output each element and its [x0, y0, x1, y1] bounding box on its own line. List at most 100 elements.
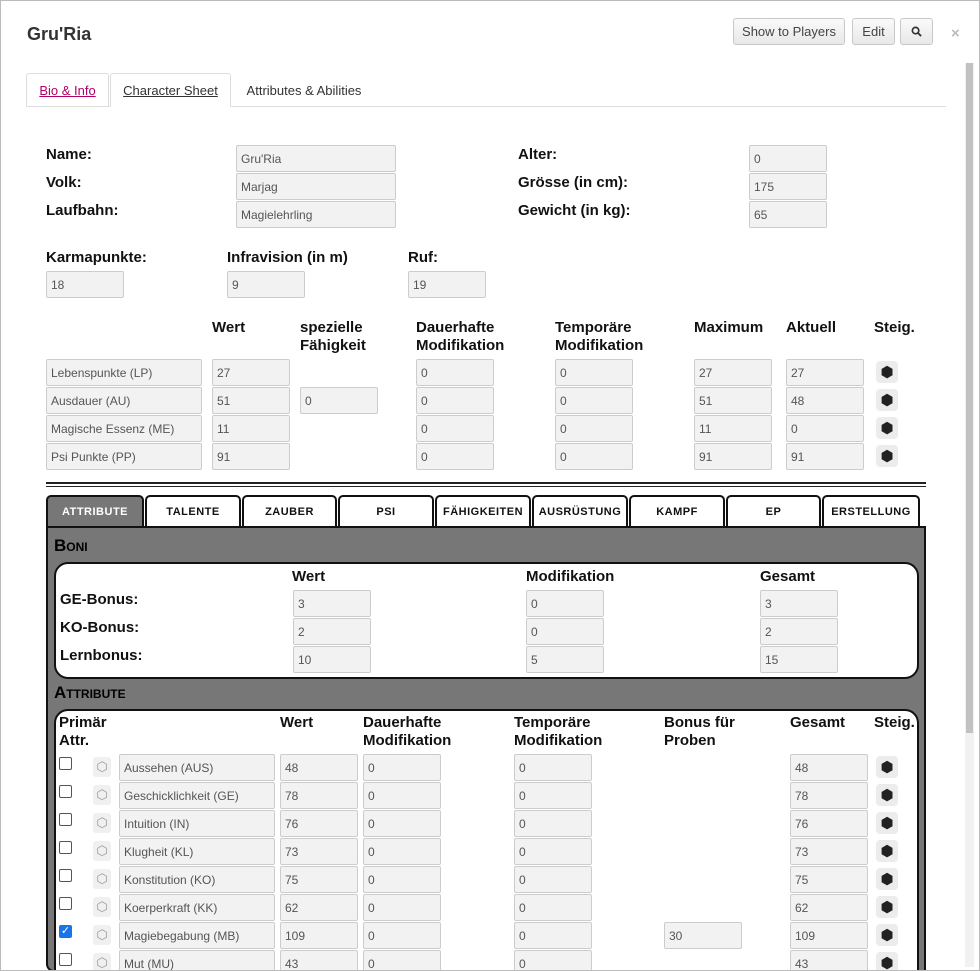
tab-character-sheet[interactable]: Character Sheet — [110, 73, 231, 107]
roll-dice-icon[interactable]: ⬡ — [93, 785, 111, 805]
subtab-erstellung[interactable]: ERSTELLUNG — [822, 495, 920, 527]
res-max[interactable]: 27 — [694, 359, 772, 386]
boni-gesamt[interactable]: 15 — [760, 646, 838, 673]
boni-mod[interactable]: 0 — [526, 618, 604, 645]
attr-temp[interactable]: 0 — [514, 866, 592, 893]
subtab-attribute[interactable]: ATTRIBUTE — [46, 495, 144, 527]
dice-icon[interactable]: ⬢ — [876, 896, 898, 918]
attr-temp[interactable]: 0 — [514, 810, 592, 837]
boni-gesamt[interactable]: 3 — [760, 590, 838, 617]
res-temp[interactable]: 0 — [555, 387, 633, 414]
res-dauer[interactable]: 0 — [416, 415, 494, 442]
res-spez[interactable]: 0 — [300, 387, 378, 414]
res-dauer[interactable]: 0 — [416, 359, 494, 386]
primary-attr-checkbox[interactable] — [59, 869, 72, 882]
dice-icon[interactable]: ⬢ — [876, 952, 898, 970]
subtab-psi[interactable]: PSI — [338, 495, 434, 527]
search-button[interactable] — [900, 18, 933, 45]
primary-attr-checkbox[interactable] — [59, 813, 72, 826]
tab-attributes-abilities[interactable]: Attributes & Abilities — [234, 73, 374, 107]
roll-dice-icon[interactable]: ⬡ — [93, 841, 111, 861]
roll-dice-icon[interactable]: ⬡ — [93, 869, 111, 889]
subtab-kampf[interactable]: KAMPF — [629, 495, 725, 527]
attr-wert[interactable]: 75 — [280, 866, 358, 893]
roll-dice-icon[interactable]: ⬡ — [93, 897, 111, 917]
karma-field[interactable]: 18 — [46, 271, 124, 298]
attr-temp[interactable]: 0 — [514, 894, 592, 921]
dice-icon[interactable]: ⬢ — [876, 840, 898, 862]
primary-attr-checkbox[interactable] — [59, 953, 72, 966]
name-field[interactable]: Gru'Ria — [236, 145, 396, 172]
attr-temp[interactable]: 0 — [514, 838, 592, 865]
gewicht-field[interactable]: 65 — [749, 201, 827, 228]
attr-temp[interactable]: 0 — [514, 782, 592, 809]
attr-dauer[interactable]: 0 — [363, 810, 441, 837]
attr-dauer[interactable]: 0 — [363, 922, 441, 949]
roll-dice-icon[interactable]: ⬡ — [93, 813, 111, 833]
dice-icon[interactable]: ⬢ — [876, 445, 898, 467]
primary-attr-checkbox[interactable] — [59, 897, 72, 910]
subtab-faehigkeiten[interactable]: FÄHIGKEITEN — [435, 495, 531, 527]
volk-field[interactable]: Marjag — [236, 173, 396, 200]
attr-gesamt[interactable]: 73 — [790, 838, 868, 865]
attr-gesamt[interactable]: 78 — [790, 782, 868, 809]
res-akt[interactable]: 91 — [786, 443, 864, 470]
res-wert[interactable]: 91 — [212, 443, 290, 470]
res-dauer[interactable]: 0 — [416, 443, 494, 470]
edit-button[interactable]: Edit — [852, 18, 895, 45]
attr-gesamt[interactable]: 62 — [790, 894, 868, 921]
res-max[interactable]: 91 — [694, 443, 772, 470]
primary-attr-checkbox[interactable] — [59, 757, 72, 770]
dice-icon[interactable]: ⬢ — [876, 924, 898, 946]
attr-dauer[interactable]: 0 — [363, 950, 441, 970]
dice-icon[interactable]: ⬢ — [876, 389, 898, 411]
res-akt[interactable]: 0 — [786, 415, 864, 442]
res-dauer[interactable]: 0 — [416, 387, 494, 414]
boni-mod[interactable]: 5 — [526, 646, 604, 673]
roll-dice-icon[interactable]: ⬡ — [93, 757, 111, 777]
subtab-zauber[interactable]: ZAUBER — [242, 495, 337, 527]
subtab-talente[interactable]: TALENTE — [145, 495, 241, 527]
res-temp[interactable]: 0 — [555, 359, 633, 386]
tab-bio-info[interactable]: Bio & Info — [26, 73, 109, 107]
primary-attr-checkbox-checked[interactable]: ✓ — [59, 925, 72, 938]
res-wert[interactable]: 51 — [212, 387, 290, 414]
dice-icon[interactable]: ⬢ — [876, 868, 898, 890]
attr-gesamt[interactable]: 43 — [790, 950, 868, 970]
dice-icon[interactable]: ⬢ — [876, 756, 898, 778]
attr-temp[interactable]: 0 — [514, 922, 592, 949]
attr-dauer[interactable]: 0 — [363, 866, 441, 893]
laufbahn-field[interactable]: Magielehrling — [236, 201, 396, 228]
boni-mod[interactable]: 0 — [526, 590, 604, 617]
attr-gesamt[interactable]: 48 — [790, 754, 868, 781]
res-akt[interactable]: 48 — [786, 387, 864, 414]
boni-wert[interactable]: 10 — [293, 646, 371, 673]
attr-gesamt[interactable]: 75 — [790, 866, 868, 893]
dice-icon[interactable]: ⬢ — [876, 812, 898, 834]
dice-icon[interactable]: ⬢ — [876, 361, 898, 383]
dice-icon[interactable]: ⬢ — [876, 784, 898, 806]
boni-gesamt[interactable]: 2 — [760, 618, 838, 645]
attr-wert[interactable]: 43 — [280, 950, 358, 970]
attr-wert[interactable]: 109 — [280, 922, 358, 949]
roll-dice-icon[interactable]: ⬡ — [93, 925, 111, 945]
res-akt[interactable]: 27 — [786, 359, 864, 386]
res-wert[interactable]: 11 — [212, 415, 290, 442]
boni-wert[interactable]: 2 — [293, 618, 371, 645]
res-temp[interactable]: 0 — [555, 415, 633, 442]
attr-dauer[interactable]: 0 — [363, 838, 441, 865]
attr-gesamt[interactable]: 109 — [790, 922, 868, 949]
attr-dauer[interactable]: 0 — [363, 754, 441, 781]
res-temp[interactable]: 0 — [555, 443, 633, 470]
res-max[interactable]: 51 — [694, 387, 772, 414]
scrollbar-thumb[interactable] — [966, 63, 973, 733]
groesse-field[interactable]: 175 — [749, 173, 827, 200]
subtab-ausruestung[interactable]: AUSRÜSTUNG — [532, 495, 628, 527]
attr-wert[interactable]: 62 — [280, 894, 358, 921]
show-to-players-button[interactable]: Show to Players — [733, 18, 845, 45]
close-icon[interactable]: × — [951, 25, 960, 42]
attr-gesamt[interactable]: 76 — [790, 810, 868, 837]
attr-wert[interactable]: 73 — [280, 838, 358, 865]
attr-dauer[interactable]: 0 — [363, 894, 441, 921]
dice-icon[interactable]: ⬢ — [876, 417, 898, 439]
